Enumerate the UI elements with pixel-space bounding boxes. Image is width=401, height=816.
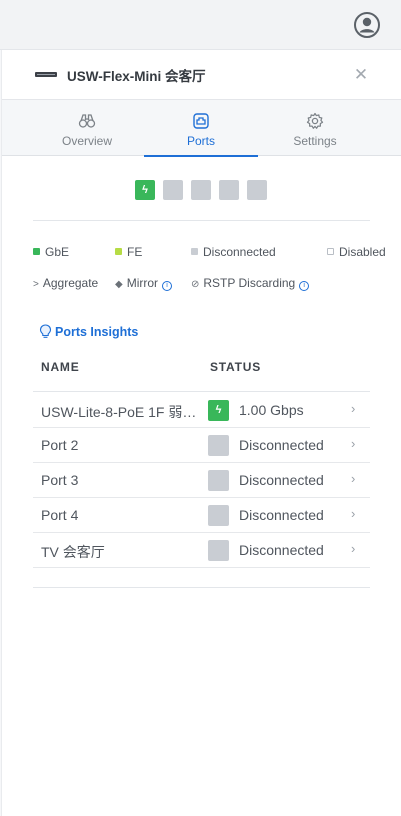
table-row[interactable]: USW-Lite-8-PoE 1F 弱… ϟ 1.00 Gbps › (33, 393, 370, 428)
port-name: Port 2 (41, 437, 79, 453)
gear-icon (306, 112, 324, 129)
table-row[interactable]: Port 2 Disconnected › (33, 428, 370, 463)
ports-insights-label: Ports Insights (55, 325, 139, 339)
legend-fe: FE (115, 245, 142, 259)
status-square (208, 435, 229, 456)
tab-settings[interactable]: Settings (258, 100, 372, 156)
chevron-right-icon[interactable]: › (351, 506, 355, 521)
chevron-right-icon[interactable]: › (351, 401, 355, 416)
port-name: Port 4 (41, 507, 79, 523)
port-icon (193, 113, 209, 129)
disconnected-swatch (191, 248, 198, 255)
table-header-divider (33, 391, 370, 392)
status-square: ϟ (208, 400, 229, 421)
port-status: Disconnected (239, 507, 324, 523)
port-status: Disconnected (239, 472, 324, 488)
port-name: USW-Lite-8-PoE 1F 弱… (41, 404, 197, 420)
chevron-right-icon[interactable]: › (351, 436, 355, 451)
port-name: TV 会客厅 (41, 544, 105, 560)
legend-mirror: ◆ Mirror i (115, 276, 173, 291)
gbe-swatch (33, 248, 40, 255)
close-button[interactable]: ✕ (351, 65, 371, 85)
chevron-right-icon[interactable]: › (351, 471, 355, 486)
port-status: Disconnected (239, 542, 324, 558)
ports-insights-link[interactable]: Ports Insights (39, 324, 138, 339)
tab-overview[interactable]: Overview (30, 100, 144, 156)
chevron-right-icon[interactable]: › (351, 541, 355, 556)
port-status: 1.00 Gbps (239, 402, 304, 418)
port-1-square[interactable]: ϟ (135, 180, 155, 200)
tab-label: Ports (186, 134, 215, 148)
legend-rstp: ⊘ RSTP Discarding i (191, 276, 310, 291)
column-header-status: STATUS (210, 360, 262, 374)
table-row[interactable]: Port 3 Disconnected › (33, 463, 370, 498)
column-header-name: NAME (41, 360, 80, 374)
fe-swatch (115, 248, 122, 255)
tab-bar: Overview Ports Settings (2, 100, 401, 157)
port-3-square[interactable] (191, 180, 211, 200)
divider (33, 587, 370, 588)
rstp-icon: ⊘ (191, 279, 200, 290)
rstp-info-icon[interactable]: i (299, 281, 310, 291)
port-2-square[interactable] (163, 180, 183, 200)
tab-label: Settings (293, 134, 337, 148)
lightbulb-icon (39, 324, 52, 338)
lightning-icon: ϟ (215, 404, 222, 416)
status-square (208, 540, 229, 561)
binoculars-icon (78, 114, 96, 128)
legend-gbe: GbE (33, 245, 69, 259)
mirror-icon: ◆ (115, 279, 123, 290)
top-bar (0, 0, 401, 50)
panel-header: USW-Flex-Mini 会客厅 ✕ (2, 50, 401, 100)
user-account-icon[interactable] (353, 11, 381, 39)
mirror-info-icon[interactable]: i (162, 281, 173, 291)
divider (33, 220, 370, 221)
port-status: Disconnected (239, 437, 324, 453)
port-5-square[interactable] (247, 180, 267, 200)
legend-aggregate: > Aggregate (33, 276, 99, 290)
status-square (208, 505, 229, 526)
tab-label: Overview (61, 134, 112, 148)
port-4-square[interactable] (219, 180, 239, 200)
legend-disabled: Disabled (327, 245, 386, 259)
table-row[interactable]: TV 会客厅 Disconnected › (33, 533, 370, 568)
aggregate-icon: > (33, 279, 39, 290)
tab-ports[interactable]: Ports (144, 100, 258, 157)
device-title: USW-Flex-Mini 会客厅 (67, 69, 206, 84)
device-panel: USW-Flex-Mini 会客厅 ✕ Overview Ports Setti… (2, 50, 401, 816)
legend-disconnected: Disconnected (191, 245, 276, 259)
status-square (208, 470, 229, 491)
lightning-icon: ϟ (142, 184, 148, 196)
port-name: Port 3 (41, 472, 79, 488)
device-icon (35, 72, 57, 77)
disabled-swatch (327, 248, 334, 255)
table-row[interactable]: Port 4 Disconnected › (33, 498, 370, 533)
